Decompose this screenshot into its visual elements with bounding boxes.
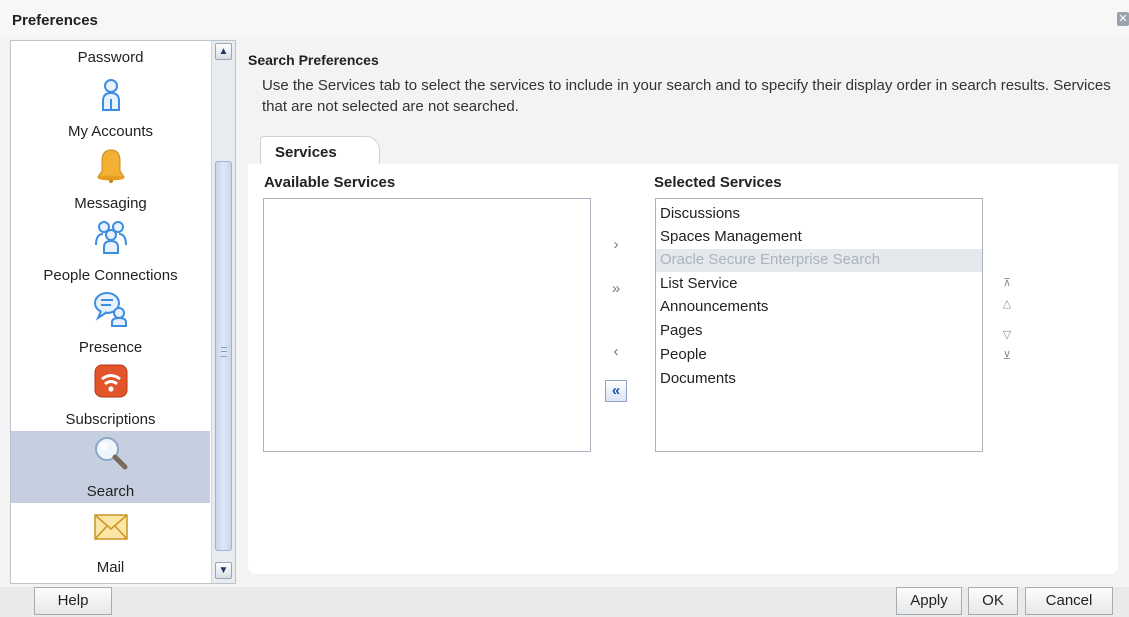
sidebar-item-messaging[interactable]: Messaging	[11, 143, 210, 215]
sidebar-item-mail[interactable]: Mail	[11, 503, 210, 583]
sidebar-item-my-accounts[interactable]: My Accounts	[11, 71, 210, 143]
magnifier-icon	[95, 437, 128, 470]
list-item[interactable]: Documents	[660, 368, 978, 391]
sidebar-item-label: My Accounts	[67, 123, 154, 140]
chat-person-icon	[94, 292, 127, 327]
person-icon	[102, 79, 120, 111]
ok-button[interactable]: OK	[968, 587, 1018, 615]
list-item[interactable]: People	[660, 344, 978, 367]
grip-icon	[221, 347, 227, 357]
move-top-icon[interactable]: ⊼	[1000, 276, 1014, 290]
move-down-icon[interactable]: ▽	[1000, 328, 1014, 342]
move-all-left-icon[interactable]: «	[605, 380, 627, 402]
section-title: Search Preferences	[248, 52, 379, 68]
apply-button[interactable]: Apply	[896, 587, 962, 615]
tab-services[interactable]: Services	[260, 136, 380, 164]
sidebar-item-password[interactable]: Password	[11, 41, 210, 71]
available-services-list[interactable]	[263, 198, 591, 452]
move-up-icon[interactable]: △	[1000, 297, 1014, 311]
sidebar-item-label: Password	[77, 49, 144, 66]
cancel-button[interactable]: Cancel	[1025, 587, 1113, 615]
list-item[interactable]: Announcements	[660, 296, 978, 319]
dialog-footer: Help Apply OK Cancel	[0, 587, 1129, 617]
selected-services-header: Selected Services	[654, 174, 782, 191]
list-item[interactable]: List Service	[660, 273, 978, 296]
scroll-up-icon[interactable]: ▲	[215, 43, 232, 60]
main-panel: Search Preferences Use the Services tab …	[248, 40, 1118, 574]
sidebar-item-presence[interactable]: Presence	[11, 287, 210, 359]
sidebar-item-label: People Connections	[43, 267, 178, 284]
help-button[interactable]: Help	[34, 587, 112, 615]
title-bar: Preferences ✕	[0, 0, 1129, 36]
move-left-icon[interactable]: ‹	[605, 342, 627, 364]
sidebar-item-label: Messaging	[74, 195, 147, 212]
services-tab-panel: Available Services Selected Services › »…	[248, 164, 1118, 574]
move-all-right-icon[interactable]: »	[605, 279, 627, 301]
sidebar-item-label: Search	[86, 483, 135, 500]
sidebar-item-subscriptions[interactable]: Subscriptions	[11, 359, 210, 431]
list-item: Oracle Secure Enterprise Search	[656, 249, 982, 272]
list-item[interactable]: Discussions	[660, 203, 978, 226]
bell-icon	[97, 149, 125, 183]
available-services-header: Available Services	[264, 174, 396, 191]
move-right-icon[interactable]: ›	[605, 235, 627, 257]
window-title: Preferences	[12, 12, 98, 29]
scroll-thumb[interactable]	[215, 161, 232, 551]
sidebar-item-label: Mail	[96, 559, 125, 576]
sidebar-item-people-connections[interactable]: People Connections	[11, 215, 210, 287]
preferences-sidebar: Password My Accounts Messaging People Co…	[10, 40, 236, 584]
people-icon	[95, 221, 127, 254]
move-bottom-icon[interactable]: ⊻	[1000, 349, 1014, 363]
list-item[interactable]: Spaces Management	[660, 226, 978, 249]
section-description: Use the Services tab to select the servi…	[262, 77, 1111, 115]
scroll-down-icon[interactable]: ▼	[215, 562, 232, 579]
close-icon[interactable]: ✕	[1117, 12, 1129, 26]
selected-services-list[interactable]: Discussions Spaces Management Oracle Sec…	[655, 198, 983, 452]
sidebar-item-search[interactable]: Search	[11, 431, 210, 503]
sidebar-item-label: Presence	[78, 339, 143, 356]
list-item[interactable]: Pages	[660, 320, 978, 343]
sidebar-item-label: Subscriptions	[65, 411, 156, 428]
sidebar-scrollbar[interactable]: ▲ ▼	[211, 41, 235, 583]
envelope-icon	[94, 514, 128, 540]
rss-icon	[94, 364, 128, 398]
